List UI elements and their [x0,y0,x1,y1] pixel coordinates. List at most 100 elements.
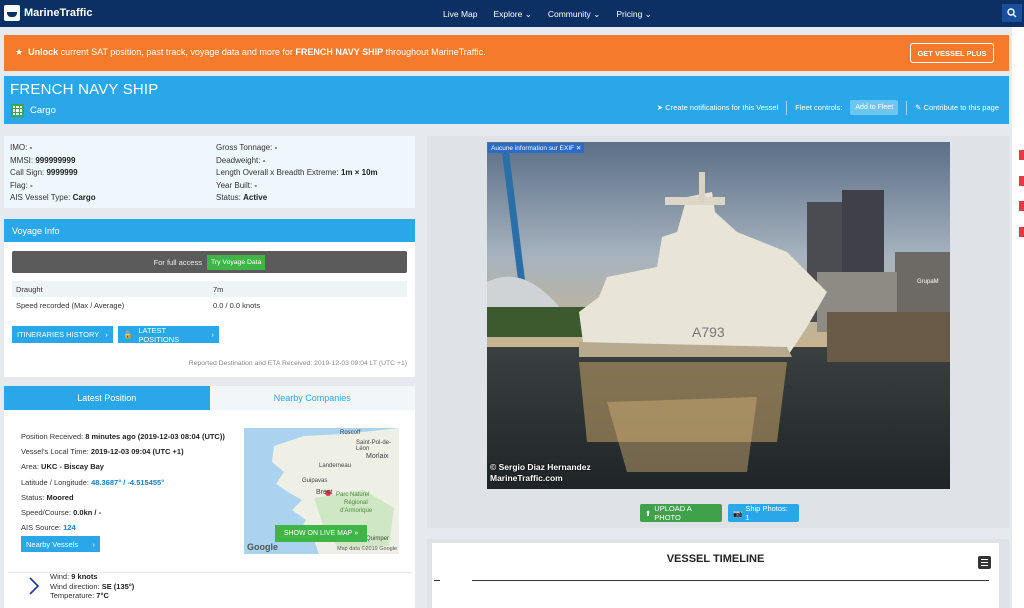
nav-explore-label: Explore [493,9,523,19]
vessel-photo[interactable]: A793 GrupaM Aucune information sur EXIF … [487,142,950,489]
star-icon: ★ [15,47,24,57]
info-value: Active [243,193,268,202]
map-attribution: Map data ©2019 Google [336,546,397,552]
wind-dir-row: Wind direction: SE (135°) [50,582,134,592]
add-to-fleet-button[interactable]: Add to Fleet [850,100,899,115]
map-label-regional: Régional [344,500,368,506]
tab-latest-position[interactable]: Latest Position [4,386,210,410]
notify-link[interactable]: ➤ Create notifications for this Vessel [657,103,778,112]
upload-label: UPLOAD A PHOTO [654,504,692,522]
info-row: Status: Active [216,192,378,205]
voyage-info-title: Voyage Info [4,219,415,242]
received-label: Position Received: [21,432,84,441]
nav-live-map[interactable]: Live Map [443,9,478,20]
exif-label: Aucune information sur EXIF [491,145,575,152]
position-tabs: Latest Position Nearby Companies [4,386,415,410]
divider [786,100,788,115]
nav-explore[interactable]: Explore ⌄ [494,9,532,20]
info-value: - [29,143,33,152]
info-row: MMSI: 999999999 [10,155,96,168]
wind-direction-icon [29,577,40,595]
ais-source-link[interactable]: 124 [63,523,76,532]
temp-value: 7°C [96,591,109,600]
lock-icon: 🔒 [123,330,133,339]
itineraries-label: ITINERARIES HISTORY [17,330,100,339]
info-key: Call Sign: [10,168,45,177]
nearby-vessels-button[interactable]: Nearby Vessels › [21,536,100,552]
upload-photo-button[interactable]: ⬆ UPLOAD A PHOTO [640,504,722,522]
info-row: AIS Vessel Type: Cargo [10,192,96,205]
logo[interactable]: MarineTraffic [4,5,92,21]
ship-photos-button[interactable]: 📷 Ship Photos: 1 [728,504,799,522]
exif-tag[interactable]: Aucune information sur EXIF ✕ [488,143,585,153]
show-map-label: SHOW ON LIVE MAP [283,530,353,537]
upgrade-banner: ★ Unlock current SAT position, past trac… [4,35,1009,71]
close-icon[interactable]: ✕ [576,145,581,152]
map-label-roscoff: Roscoff [340,430,361,436]
tab-nearby-companies[interactable]: Nearby Companies [209,386,415,410]
show-on-live-map-button[interactable]: SHOW ON LIVE MAP » [275,525,367,542]
photo-credit-site: MarineTraffic.com [490,473,563,483]
bell-icon: ➤ [656,103,664,112]
voyage-info-card: Voyage Info For full access Try Voyage D… [4,219,415,377]
info-value: - [274,143,278,152]
map-label-saint-pol: Saint-Pol-de-Léon [356,440,392,452]
area-label: Area: [21,462,39,472]
area-row: Area: UKC - Biscay Bay [21,459,225,474]
area-value: UKC - Biscay Bay [41,462,104,472]
draught-value: 7m [213,285,224,294]
vessel-timeline-panel: VESSEL TIMELINE [427,539,1009,608]
nav-community[interactable]: Community ⌄ [548,9,600,20]
logo-text: MarineTraffic [24,7,93,19]
chevron-right-icon: › [92,539,96,549]
speed-row: Speed recorded (Max / Average) 0.0 / 0.0… [12,297,407,313]
contribute-link[interactable]: ✎ Contribute to this page [915,103,999,112]
map-label-guipavas: Guipavas [302,478,328,484]
info-key: MMSI: [10,155,34,165]
info-value: 999999999 [35,155,76,165]
info-value: 9999999 [46,168,78,177]
chevron-down-icon: ⌄ [593,9,601,19]
hull-number: A793 [692,324,725,340]
try-voyage-data-button[interactable]: Try Voyage Data [206,254,266,270]
latest-positions-button[interactable]: 🔒 LATEST POSITIONS › [118,326,219,344]
local-time-label: Vessel's Local Time: [21,447,89,457]
speed-course-row: Speed/Course: 0.0kn / - [21,505,225,520]
get-vessel-plus-button[interactable]: GET VESSEL PLUS [910,43,994,63]
building-sign: GrupaM [917,279,939,285]
received-value: 8 minutes ago (2019-12-03 08:04 (UTC)) [85,432,225,441]
info-value: 1m × 10m [340,168,378,177]
vessel-header: FRENCH NAVY SHIP Cargo ➤ Create notifica… [4,76,1009,124]
map-label-armorique: d'Armorique [340,508,373,514]
position-details: Position Received: 8 minutes ago (2019-1… [21,429,225,535]
notify-label: Create notifications for this Vessel [665,103,779,112]
latlon-link[interactable]: 48.3687° / -4.515455° [91,478,164,487]
banner-text-1: current SAT position, past track, voyage… [58,47,296,57]
info-value: - [30,180,33,190]
ship-photos-label: Ship Photos: 1 [745,504,788,522]
map-label-parc: Parc Naturel [336,492,370,498]
vessel-timeline-card: VESSEL TIMELINE [432,543,999,608]
latlon-row: Latitude / Longitude: 48.3687° / -4.5154… [21,475,225,490]
banner-text: ★ Unlock current SAT position, past trac… [15,47,486,58]
double-chevron-icon: » [354,530,359,537]
info-key: Gross Tonnage: [216,143,273,152]
weather-info: Wind: 9 knots Wind direction: SE (135°) … [50,572,134,601]
info-value: - [262,155,266,165]
info-key: Status: [216,193,241,202]
wind-dir-value: SE (135°) [101,581,135,591]
nav-pricing[interactable]: Pricing ⌄ [616,9,651,20]
menu-icon[interactable] [978,556,991,569]
speed-course-label: Speed/Course: [21,508,72,518]
nav-links: Live Map Explore ⌄ Community ⌄ Pricing ⌄ [443,9,652,20]
wind-label: Wind: [50,572,70,581]
mini-map[interactable]: Roscoff Saint-Pol-de-Léon Morlaix Lander… [244,428,399,554]
full-access-bar: For full access Try Voyage Data [12,251,407,273]
info-value: - [254,180,258,190]
temp-row: Temperature: 7°C [50,591,134,601]
full-access-label: For full access [153,257,202,267]
vessel-type: Cargo [11,104,56,117]
itineraries-history-button[interactable]: ITINERARIES HISTORY › [12,326,113,343]
info-key: Year Built: [216,180,253,190]
search-button[interactable] [1002,4,1022,22]
